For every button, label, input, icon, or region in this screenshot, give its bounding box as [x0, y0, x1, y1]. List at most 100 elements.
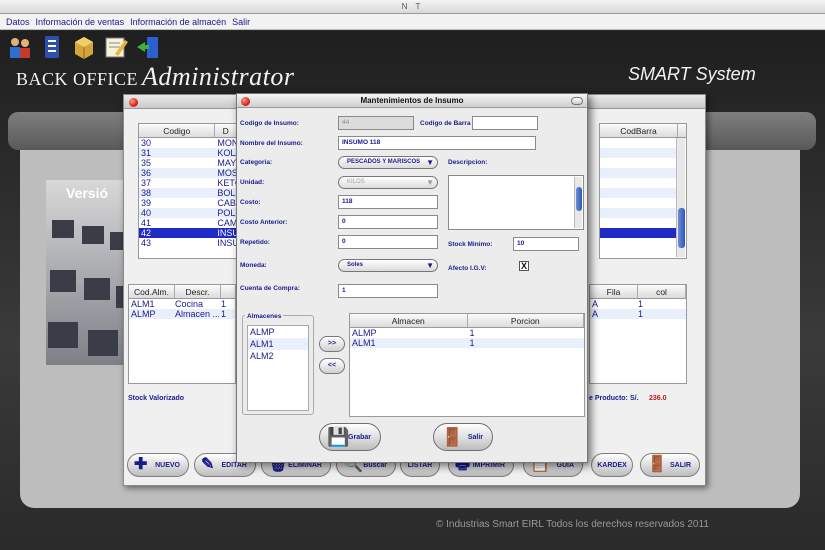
table-row[interactable]: [600, 228, 676, 238]
table-cell: KETC: [217, 178, 237, 188]
box-icon[interactable]: [70, 33, 98, 61]
table-row[interactable]: [600, 198, 676, 208]
vertical-scrollbar[interactable]: [676, 138, 685, 257]
moneda-select[interactable]: Soles ▼: [338, 259, 438, 272]
stock-grid[interactable]: Cod.Alm. Descr. ALM1 Cocina 1 ALMP Almacen .…: [128, 284, 236, 384]
col-header-descr[interactable]: D: [215, 124, 237, 137]
codigo-barra-field[interactable]: [472, 116, 538, 130]
menu-ventas[interactable]: Información de ventas: [36, 17, 125, 27]
list-item[interactable]: ALMP: [248, 326, 308, 338]
table-row[interactable]: 43 INSU: [139, 238, 237, 248]
table-row[interactable]: 42 INSU: [139, 228, 237, 238]
col-header-descr[interactable]: Descr.: [175, 285, 221, 298]
table-cell: KOLA: [217, 148, 237, 158]
exit-door-icon: 🚪: [441, 427, 464, 447]
list-icon[interactable]: [38, 33, 66, 61]
cuenta-compra-field[interactable]: 1: [338, 284, 438, 298]
table-row[interactable]: [600, 148, 676, 158]
label-moneda: Moneda:: [240, 262, 267, 269]
table-cell: 37: [141, 178, 152, 188]
repetido-field[interactable]: 0: [338, 235, 438, 249]
col-header-porcion[interactable]: Porcion: [468, 314, 584, 327]
list-item[interactable]: ALM1: [248, 338, 308, 350]
assigned-almacenes-grid[interactable]: Almacen Porcion ALMP 1 ALM1 1: [349, 313, 585, 417]
table-row[interactable]: 31 KOLA: [139, 148, 237, 158]
nombre-field[interactable]: INSUMO 118: [338, 136, 536, 150]
salir-button[interactable]: 🚪 SALIR: [640, 453, 700, 477]
grabar-button[interactable]: 💾 Grabar: [319, 423, 381, 451]
table-cell: ALMP: [131, 309, 156, 319]
table-row[interactable]: ALMP Almacen ... 1: [129, 309, 235, 319]
menu-salir[interactable]: Salir: [232, 17, 250, 27]
table-row[interactable]: 36 MOST: [139, 168, 237, 178]
edit-note-icon[interactable]: [102, 33, 130, 61]
col-header-cod-alm[interactable]: Cod.Alm.: [129, 285, 175, 298]
table-row[interactable]: 37 KETC: [139, 178, 237, 188]
stock-minimo-field[interactable]: 10: [513, 237, 579, 251]
label-nombre: Nombre del Insumo:: [240, 140, 303, 147]
exit-door-icon[interactable]: [134, 33, 162, 61]
label-codigo-barra: Codigo de Barra: [420, 120, 471, 127]
table-row[interactable]: 35 MAYO: [139, 158, 237, 168]
menu-almacen[interactable]: Información de almacén: [130, 17, 226, 27]
table-row[interactable]: [600, 178, 676, 188]
move-left-button[interactable]: <<: [319, 358, 345, 374]
nuevo-button[interactable]: ✚ NUEVO: [127, 453, 189, 477]
table-row[interactable]: [600, 168, 676, 178]
almacenes-list[interactable]: ALMP ALM1 ALM2: [247, 325, 309, 411]
vertical-scrollbar[interactable]: [574, 177, 582, 228]
col-header-fila[interactable]: Fila: [590, 285, 638, 298]
users-icon[interactable]: [6, 33, 34, 61]
label-costo-anterior: Costo Anterior:: [240, 219, 288, 226]
table-row[interactable]: [600, 218, 676, 228]
table-cell: ALMP: [352, 328, 377, 338]
igv-checkbox[interactable]: X: [519, 261, 529, 271]
table-cell: 1: [638, 309, 644, 319]
list-item[interactable]: ALM2: [248, 350, 308, 362]
table-row[interactable]: [600, 208, 676, 218]
table-row[interactable]: [600, 238, 676, 248]
table-cell: A: [592, 299, 599, 309]
close-icon[interactable]: [241, 97, 250, 106]
menu-datos[interactable]: Datos: [6, 17, 30, 27]
descripcion-textarea[interactable]: [448, 175, 584, 230]
edit-icon: ✎: [201, 456, 215, 473]
label-almacenes: Almacenes: [245, 313, 284, 320]
mantenimiento-insumo-dialog: Mantenimientos de Insumo Codigo de Insum…: [236, 93, 588, 463]
exit-door-icon: 🚪: [647, 456, 667, 473]
toolbar: [6, 33, 162, 61]
table-row[interactable]: [600, 188, 676, 198]
col-header-col[interactable]: col: [638, 285, 686, 298]
total-producto-label: e Producto:: [589, 395, 628, 402]
col-header-codigo[interactable]: Codigo: [139, 124, 216, 137]
table-row[interactable]: [600, 158, 676, 168]
table-row[interactable]: [600, 138, 676, 148]
categoria-select[interactable]: PESCADOS Y MARISCOS ▼: [338, 156, 438, 169]
table-row[interactable]: 40 POLL: [139, 208, 237, 218]
costo-field[interactable]: 118: [338, 195, 438, 209]
costo-anterior-field[interactable]: 0: [338, 215, 438, 229]
table-row[interactable]: 39 CABR: [139, 198, 237, 208]
kardex-button[interactable]: KARDEX: [591, 453, 633, 477]
table-row[interactable]: 41 CAMO: [139, 218, 237, 228]
table-row[interactable]: A1: [590, 299, 686, 309]
insumos-grid[interactable]: Codigo D 30MON31KOLA35MAYO36MOST37 KETC38…: [138, 123, 238, 259]
insumos-grid-right[interactable]: CodBarra: [599, 123, 687, 259]
copyright-footer: © Industrias Smart EIRL Todos los derech…: [436, 519, 709, 530]
col-header-codbarra[interactable]: CodBarra: [600, 124, 678, 137]
insumos-grid-body: 30 MON 31 KOLA 35 MAYO 36 MOST 37 KETC 38 BOLS 39 CAB…: [139, 138, 237, 248]
table-cell: INSU: [217, 238, 237, 248]
col-header-almacen[interactable]: Almacen: [350, 314, 468, 327]
table-row[interactable]: ALM1 Cocina 1: [129, 299, 235, 309]
table-row[interactable]: ALM1 1: [350, 338, 584, 348]
table-row[interactable]: 38 BOLS: [139, 188, 237, 198]
dialog-salir-button[interactable]: 🚪 Salir: [433, 423, 493, 451]
close-icon[interactable]: [129, 98, 138, 107]
table-cell: 36: [141, 168, 152, 178]
minimize-icon[interactable]: [571, 97, 583, 105]
move-right-button[interactable]: >>: [319, 336, 345, 352]
table-row[interactable]: 30 MON: [139, 138, 237, 148]
table-row[interactable]: A1: [590, 309, 686, 319]
stock-grid-right[interactable]: Fila col A1A1: [589, 284, 687, 384]
table-row[interactable]: ALMP 1: [350, 328, 584, 338]
